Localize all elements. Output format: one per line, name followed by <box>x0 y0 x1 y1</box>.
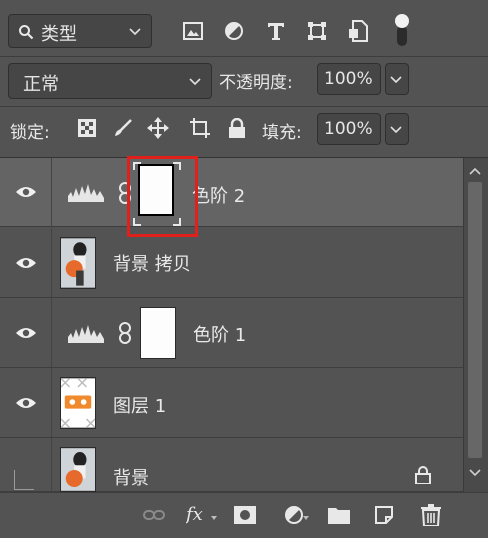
chevron-down-icon <box>390 126 402 134</box>
checkerboard-icon <box>78 119 96 137</box>
fill-value: 100% <box>324 119 373 139</box>
levels-histogram-icon <box>68 184 104 202</box>
trash-icon <box>421 504 441 526</box>
scroll-up-icon[interactable] <box>468 166 482 176</box>
visibility-toggle[interactable] <box>0 438 52 491</box>
layer-row-levels-1[interactable]: 色阶 1 <box>0 298 463 368</box>
eye-icon <box>15 397 36 408</box>
filter-toggle-switch[interactable] <box>394 14 410 46</box>
opacity-input[interactable]: 100% <box>317 63 381 95</box>
lock-icon <box>229 118 245 138</box>
opacity-label: 不透明度: <box>219 73 293 93</box>
lock-label: 锁定: <box>10 123 50 143</box>
visibility-toggle[interactable] <box>0 158 52 226</box>
blend-mode-value: 正常 <box>23 74 59 95</box>
layer-row-layer-1[interactable]: 图层 1 <box>0 368 463 438</box>
crop-icon <box>190 118 210 138</box>
selection-corners <box>133 162 181 226</box>
new-adjustment-layer-button[interactable] <box>281 504 307 526</box>
fill-label: 填充: <box>262 123 302 143</box>
layer-name: 背景 <box>113 468 149 489</box>
move-icon <box>147 117 169 139</box>
folder-icon <box>328 508 350 524</box>
layer-thumbnail[interactable] <box>60 377 96 429</box>
layer-thumbnail[interactable] <box>60 447 96 492</box>
pixel-filter-button[interactable] <box>181 19 205 43</box>
new-group-button[interactable] <box>326 504 352 526</box>
new-layer-icon <box>375 506 393 524</box>
eye-icon <box>15 327 36 338</box>
eye-icon <box>15 257 36 268</box>
levels-histogram-icon <box>68 325 104 343</box>
link-icon <box>143 510 165 520</box>
half-circle-icon <box>285 506 303 524</box>
hidden-visibility-box <box>14 470 34 490</box>
lock-all-button[interactable] <box>225 116 249 140</box>
fill-input[interactable]: 100% <box>317 113 381 145</box>
layer-thumbnail[interactable] <box>60 237 96 289</box>
fx-dropdown-icon <box>211 516 217 520</box>
search-icon <box>19 25 34 40</box>
adjustment-filter-button[interactable] <box>222 19 246 43</box>
add-mask-button[interactable] <box>232 504 258 526</box>
layer-name: 图层 1 <box>113 396 167 417</box>
opacity-value: 100% <box>324 69 373 89</box>
link-layers-button[interactable] <box>141 504 167 526</box>
blend-mode-dropdown[interactable]: 正常 <box>8 63 212 99</box>
lock-position-button[interactable] <box>146 116 170 140</box>
link-chain-icon <box>119 322 131 344</box>
layer-name: 色阶 1 <box>193 325 247 346</box>
text-t-icon <box>268 23 284 40</box>
scroll-down-icon[interactable] <box>468 468 482 478</box>
fx-icon: fx <box>186 504 203 525</box>
visibility-toggle[interactable] <box>0 298 52 367</box>
chevron-down-icon <box>129 28 141 36</box>
layer-row-background-copy[interactable]: 背景 拷贝 <box>0 228 463 298</box>
half-circle-icon <box>225 22 243 40</box>
adjustment-dropdown-icon <box>303 516 309 520</box>
smart-object-filter-button[interactable] <box>346 19 370 43</box>
lock-transparent-button[interactable] <box>75 116 99 140</box>
filter-type-label: 类型 <box>41 24 77 45</box>
delete-layer-button[interactable] <box>418 504 444 526</box>
mask-icon <box>234 506 256 524</box>
opacity-dropdown-button[interactable] <box>385 63 409 95</box>
lock-image-pixels-button[interactable] <box>111 116 135 140</box>
shape-transform-icon <box>308 22 326 40</box>
image-icon <box>183 22 203 40</box>
scrollbar-thumb[interactable] <box>468 182 482 458</box>
brush-icon <box>115 119 132 136</box>
layer-row-levels-2[interactable]: 色阶 2 <box>0 158 463 227</box>
new-layer-button[interactable] <box>371 504 397 526</box>
chevron-down-icon <box>390 76 402 84</box>
layer-style-button[interactable]: fx <box>186 504 212 526</box>
layer-filter-dropdown[interactable]: 类型 <box>8 14 152 48</box>
type-filter-button[interactable] <box>264 19 288 43</box>
smart-object-icon <box>349 20 368 42</box>
visibility-toggle[interactable] <box>0 368 52 437</box>
svg-text:fx: fx <box>186 504 203 525</box>
fill-dropdown-button[interactable] <box>385 113 409 145</box>
chevron-down-icon <box>189 78 201 86</box>
eye-icon <box>15 187 36 197</box>
lock-artboard-button[interactable] <box>188 116 212 140</box>
layer-row-background[interactable]: 背景 <box>0 438 463 492</box>
lock-icon <box>415 466 431 484</box>
layer-mask-thumbnail[interactable] <box>140 307 176 359</box>
layer-name: 背景 拷贝 <box>113 254 191 275</box>
visibility-toggle[interactable] <box>0 228 52 297</box>
shape-filter-button[interactable] <box>305 19 329 43</box>
layer-name: 色阶 2 <box>192 186 246 207</box>
